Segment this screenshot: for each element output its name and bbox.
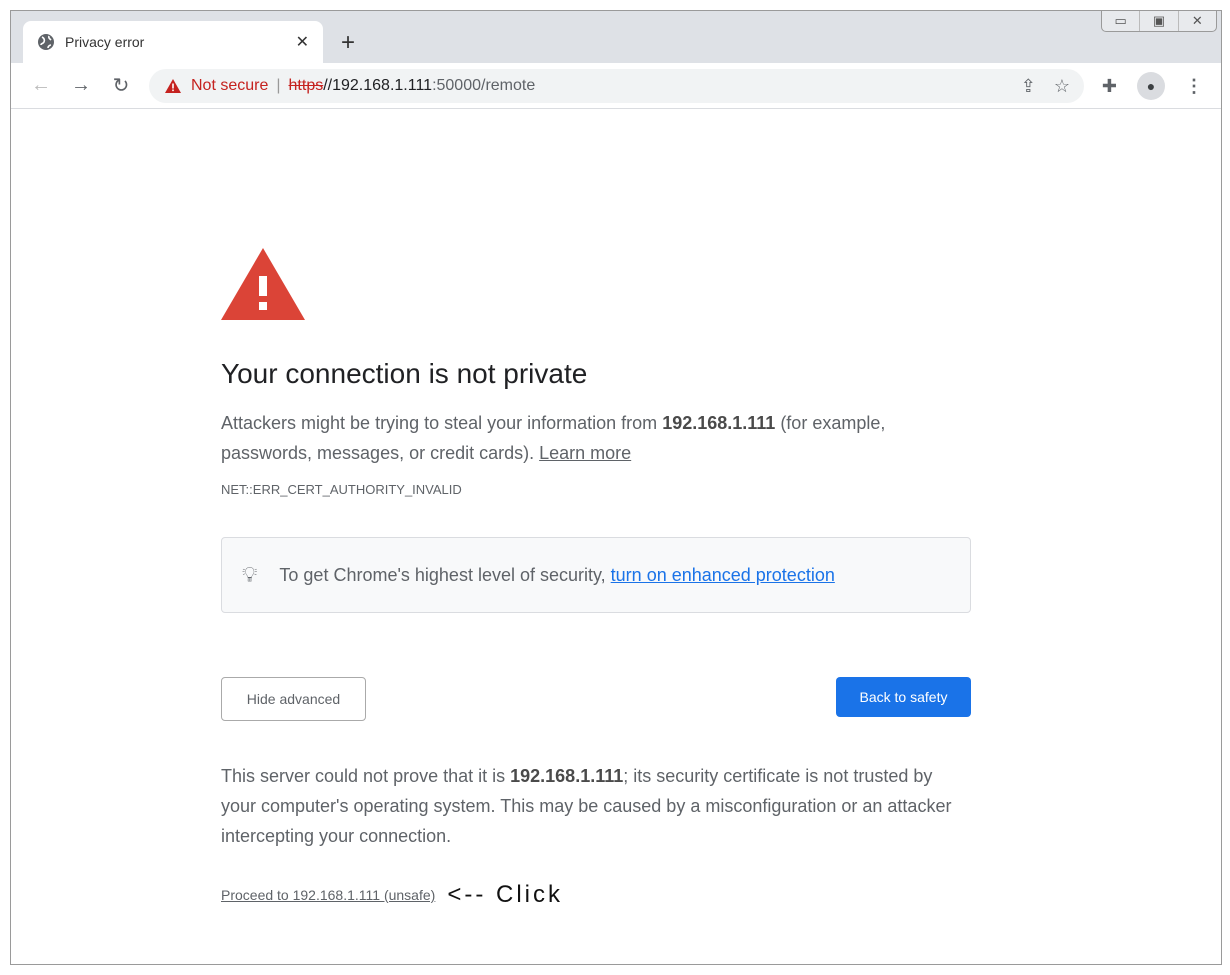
bookmark-star-icon[interactable]: ☆ [1054, 76, 1070, 97]
interstitial-content: Your connection is not private Attackers… [221, 238, 971, 909]
toolbar-right: ✚ ● ⋮ [1102, 63, 1221, 109]
enhanced-protection-link[interactable]: turn on enhanced protection [611, 565, 835, 586]
url-scheme: https [288, 77, 324, 94]
share-icon[interactable]: ⇪ [1021, 76, 1036, 97]
url-path: :50000/remote [432, 77, 536, 94]
extensions-icon[interactable]: ✚ [1102, 76, 1117, 97]
explanation: Attackers might be trying to steal your … [221, 413, 886, 463]
maximize-button[interactable]: ▣ [1139, 11, 1177, 31]
proceed-unsafe-link[interactable]: Proceed to 192.168.1.111 (unsafe) [221, 887, 435, 903]
learn-more-link[interactable]: Learn more [539, 443, 631, 463]
url-host: //192.168.1.111 [323, 77, 433, 94]
toolbar: ← → ↻ Not secure | https//192.168.1.111:… [11, 63, 1221, 109]
profile-avatar[interactable]: ● [1137, 72, 1165, 100]
menu-icon[interactable]: ⋮ [1185, 76, 1203, 97]
close-window-button[interactable]: ✕ [1177, 11, 1216, 31]
divider: | [276, 77, 281, 94]
back-to-safety-button[interactable]: Back to safety [836, 677, 971, 717]
new-tab-button[interactable]: + [341, 29, 355, 57]
minimize-button[interactable]: ▭ [1102, 11, 1139, 31]
close-tab-icon[interactable]: ✕ [296, 32, 309, 52]
forward-button[interactable]: → [61, 74, 101, 97]
back-button[interactable]: ← [21, 74, 61, 97]
globe-icon [38, 34, 54, 50]
tab-title: Privacy error [65, 34, 145, 50]
hide-advanced-button[interactable]: Hide advanced [221, 677, 366, 721]
click-annotation: <-- Click [447, 881, 563, 908]
address-bar[interactable]: Not secure | https//192.168.1.111:50000/… [149, 69, 1084, 103]
page-title: Your connection is not private [221, 358, 588, 389]
advanced-details: This server could not prove that it is 1… [221, 766, 952, 846]
window-controls: ▭ ▣ ✕ [1101, 11, 1217, 32]
warning-triangle-icon [221, 248, 305, 320]
tab-strip: ▭ ▣ ✕ Privacy error ✕ + [11, 11, 1221, 63]
warning-icon [165, 79, 181, 93]
not-secure-label[interactable]: Not secure [191, 77, 268, 95]
enhanced-protection-tip: 💡︎ To get Chrome's highest level of secu… [221, 537, 971, 613]
tab-privacy-error[interactable]: Privacy error ✕ [23, 21, 323, 63]
lightbulb-icon: 💡︎ [242, 562, 258, 587]
reload-button[interactable]: ↻ [101, 73, 141, 98]
error-code[interactable]: NET::ERR_CERT_AUTHORITY_INVALID [221, 482, 971, 497]
